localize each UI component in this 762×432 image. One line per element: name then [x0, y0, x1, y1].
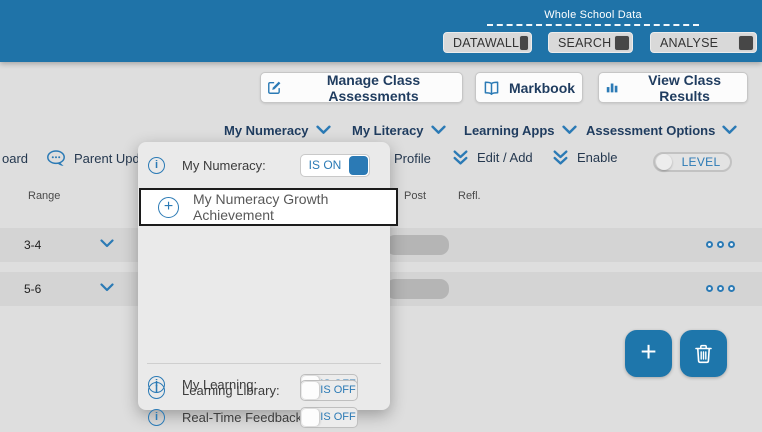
info-icon[interactable]: i: [148, 156, 165, 174]
learning-library-setting-row: i Learning Library: IS OFF: [148, 378, 380, 402]
edit-add-control[interactable]: Edit / Add: [452, 149, 533, 166]
dot: [717, 285, 724, 292]
parent-updates-item[interactable]: Parent Upd: [74, 151, 140, 166]
real-time-feedback-toggle[interactable]: IS OFF: [300, 406, 358, 428]
top-navigation-bar: Whole School Data DATAWALL SEARCH ANALYS…: [0, 0, 762, 62]
toggle-state-label: IS ON: [308, 158, 342, 172]
my-numeracy-toggle[interactable]: IS ON: [300, 153, 370, 177]
analyse-label: ANALYSE: [660, 35, 719, 50]
column-header-post: Post: [404, 190, 427, 202]
menu-my-numeracy[interactable]: My Numeracy: [224, 121, 331, 139]
enable-label: Enable: [577, 150, 618, 165]
chevron-down-icon: [722, 125, 737, 134]
whole-school-data-label: Whole School Data: [544, 9, 642, 21]
column-header-refl: Refl.: [458, 190, 481, 202]
my-numeracy-setting-row: i My Numeracy: IS ON: [148, 153, 380, 177]
menu-my-literacy-label: My Literacy: [352, 122, 424, 138]
toggle-state-label: IS OFF: [320, 384, 356, 396]
dashed-underline: [487, 24, 699, 26]
manage-class-assessments-button[interactable]: Manage Class Assessments: [260, 71, 463, 104]
toggle-knob: [656, 154, 672, 170]
row-menu-button[interactable]: [706, 241, 735, 248]
dot: [728, 241, 735, 248]
range-value: 3-4: [24, 238, 42, 252]
level-toggle[interactable]: LEVEL: [653, 152, 732, 172]
menu-assessment-options[interactable]: Assessment Options: [586, 121, 737, 139]
info-icon[interactable]: i: [148, 381, 165, 399]
enable-control[interactable]: Enable: [552, 149, 617, 166]
menu-my-literacy[interactable]: My Literacy: [352, 121, 446, 139]
analyse-button[interactable]: ANALYSE: [650, 32, 757, 53]
app-window: Whole School Data DATAWALL SEARCH ANALYS…: [0, 0, 762, 432]
double-chevron-down-icon: [453, 150, 468, 165]
dot: [717, 241, 724, 248]
markbook-label: Markbook: [508, 79, 576, 96]
real-time-feedback-setting-label: Real-Time Feedback:: [182, 409, 306, 425]
progress-bar-placeholder: [386, 235, 449, 255]
progress-bar-placeholder: [386, 279, 449, 299]
truncated-nav-item[interactable]: oard: [2, 151, 28, 166]
toggle-knob: [349, 155, 368, 175]
analyse-toggle[interactable]: [738, 34, 754, 51]
add-button[interactable]: +: [625, 330, 672, 377]
trash-icon: [695, 344, 712, 363]
dot: [728, 285, 735, 292]
my-numeracy-setting-label: My Numeracy:: [182, 157, 266, 173]
dot: [706, 285, 713, 292]
learning-library-toggle[interactable]: IS OFF: [300, 379, 358, 401]
my-numeracy-dropdown-panel: i My Numeracy: IS ON + My Numeracy Growt…: [138, 142, 398, 428]
plus-circle-icon: +: [158, 196, 179, 218]
view-class-results-button[interactable]: View Class Results: [598, 71, 748, 104]
book-icon: [484, 80, 499, 95]
chevron-down-icon: [561, 125, 577, 134]
range-value: 5-6: [24, 282, 42, 296]
double-chevron-down-icon: [553, 150, 568, 165]
manage-class-assessments-label: Manage Class Assessments: [326, 71, 421, 104]
real-time-feedback-setting-row: i Real-Time Feedback: IS OFF: [148, 405, 380, 429]
chevron-down-icon: [430, 125, 446, 134]
chevron-down-icon[interactable]: [100, 239, 114, 248]
toggle-knob: [302, 408, 319, 426]
datawall-toggle[interactable]: [519, 34, 529, 51]
menu-learning-apps[interactable]: Learning Apps: [464, 121, 577, 139]
bar-chart-icon: [606, 83, 618, 93]
search-toggle[interactable]: [614, 34, 630, 51]
row-menu-button[interactable]: [706, 285, 735, 292]
profile-column-label: Profile: [394, 151, 431, 166]
markbook-button[interactable]: Markbook: [475, 72, 583, 103]
search-button[interactable]: SEARCH: [548, 32, 633, 53]
level-toggle-label: LEVEL: [681, 155, 721, 169]
menu-learning-apps-label: Learning Apps: [464, 122, 555, 138]
dot: [706, 241, 713, 248]
chevron-down-icon[interactable]: [100, 283, 114, 292]
learning-library-setting-label: Learning Library:: [182, 382, 280, 398]
column-header-range: Range: [28, 190, 61, 202]
toggle-knob: [302, 381, 319, 399]
toggle-state-label: IS OFF: [320, 411, 356, 423]
plus-icon: +: [640, 336, 657, 367]
edit-icon: [268, 81, 281, 94]
edit-add-label: Edit / Add: [477, 150, 533, 165]
info-icon[interactable]: i: [148, 408, 165, 426]
menu-item-growth-achievement[interactable]: + My Numeracy Growth Achievement: [139, 188, 398, 226]
menu-assessment-options-label: Assessment Options: [586, 122, 716, 138]
delete-button[interactable]: [680, 330, 727, 377]
search-label: SEARCH: [558, 35, 612, 50]
growth-achievement-label: My Numeracy Growth Achievement: [193, 191, 329, 223]
view-class-results-label: View Class Results: [648, 71, 722, 104]
menu-my-numeracy-label: My Numeracy: [224, 122, 309, 138]
chevron-down-icon: [315, 125, 331, 134]
speech-bubble-icon[interactable]: [45, 149, 69, 169]
datawall-label: DATAWALL: [453, 35, 520, 50]
divider: [147, 363, 381, 364]
datawall-button[interactable]: DATAWALL: [443, 32, 532, 53]
